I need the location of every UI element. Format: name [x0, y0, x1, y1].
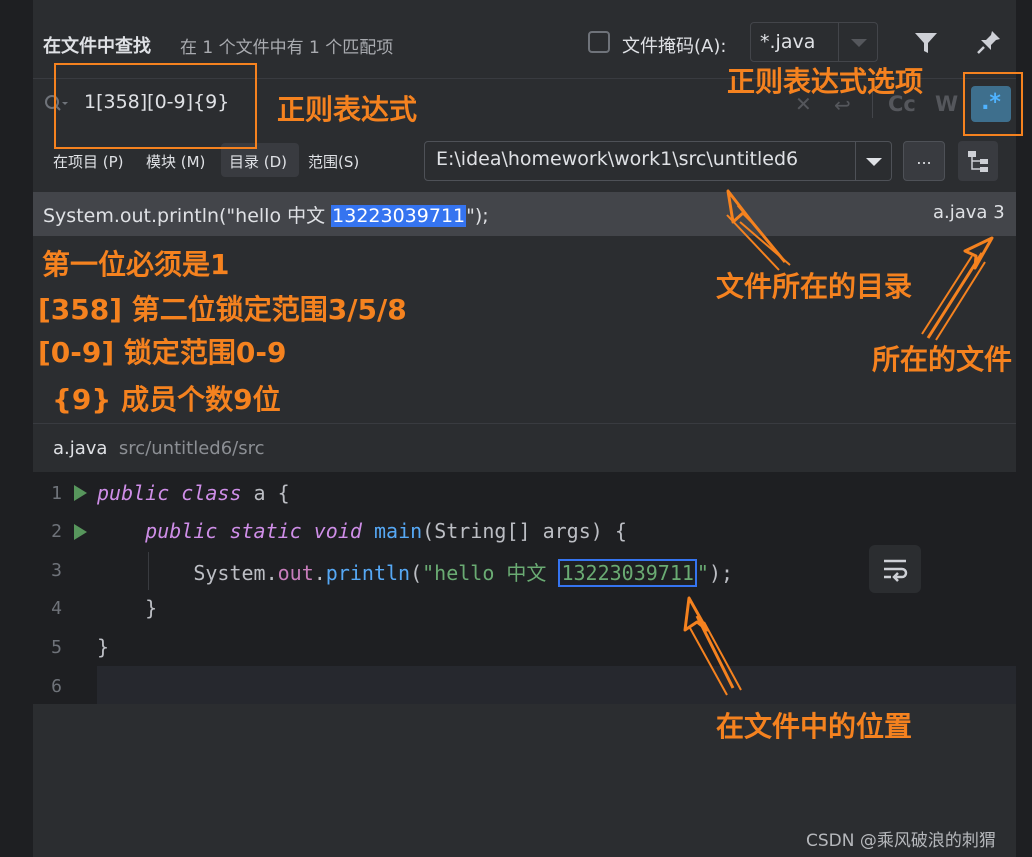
result-line-text: System.out.println("hello 中文 13223039711… [43, 205, 489, 227]
scope-directory-tab[interactable]: 目录 (D) [229, 151, 287, 172]
dialog-title: 在文件中查找 [43, 36, 151, 57]
directory-dropdown[interactable] [855, 142, 891, 180]
run-icon[interactable] [74, 485, 87, 501]
scope-module-tab[interactable]: 模块 (M) [146, 151, 205, 172]
code-line-5: } [97, 635, 110, 659]
tree-icon[interactable] [958, 141, 998, 181]
line-number: 1 [51, 483, 62, 504]
annotation-rule-3: [0-9] 锁定范围0-9 [38, 336, 287, 369]
file-mask-checkbox[interactable] [588, 31, 610, 53]
line-number: 5 [51, 637, 62, 658]
file-mask-value: *.java [760, 31, 816, 53]
annotation-rule-2: [358] 第二位锁定范围3/5/8 [38, 293, 407, 326]
match-count: 在 1 个文件中有 1 个匹配项 [180, 38, 394, 58]
run-icon[interactable] [74, 524, 87, 540]
line-number: 6 [51, 676, 62, 697]
regex-query-highlight-box [54, 63, 257, 149]
code-line-4: } [145, 596, 158, 620]
line-number: 4 [51, 598, 62, 619]
scope-project-tab[interactable]: 在项目 (P) [53, 151, 124, 172]
annotation-rule-4: {9} 成员个数9位 [52, 383, 281, 416]
annotation-regex: 正则表达式 [277, 93, 418, 126]
soft-wrap-icon[interactable] [869, 545, 921, 593]
preview-path: a.java src/untitled6/src [53, 438, 265, 459]
annotation-file-directory: 文件所在的目录 [716, 270, 913, 303]
code-line-3: System.out.println("hello 中文 13223039711… [193, 559, 734, 587]
scope-range-tab[interactable]: 范围(S) [308, 151, 359, 172]
divider [33, 423, 1016, 424]
result-match-highlight: 13223039711 [331, 205, 467, 227]
code-match-highlight: 13223039711 [558, 559, 697, 587]
annotation-rule-1: 第一位必须是1 [42, 248, 230, 281]
pin-icon[interactable] [975, 28, 1003, 56]
annotation-regex-option: 正则表达式选项 [727, 65, 924, 98]
line-number: 3 [51, 560, 62, 581]
browse-button[interactable]: ... [903, 141, 945, 181]
current-line-highlight [97, 666, 1016, 704]
directory-path: E:\idea\homework\work1\src\untitled6 [436, 148, 799, 170]
line-number: 2 [51, 521, 62, 542]
annotation-position: 在文件中的位置 [716, 710, 913, 743]
words-toggle[interactable]: W [935, 92, 958, 116]
filter-icon[interactable] [913, 30, 939, 56]
result-file: a.java 3 [933, 202, 1005, 223]
file-mask-label: 文件掩码(A): [622, 36, 727, 57]
code-line-1: public class a { [97, 481, 290, 505]
code-line-2: public static void main(String[] args) { [145, 519, 627, 543]
file-mask-dropdown[interactable] [838, 23, 878, 61]
regex-option-highlight-box [963, 72, 1023, 136]
watermark: CSDN @乘风破浪的刺猬 [806, 831, 996, 851]
annotation-file: 所在的文件 [872, 343, 1013, 376]
